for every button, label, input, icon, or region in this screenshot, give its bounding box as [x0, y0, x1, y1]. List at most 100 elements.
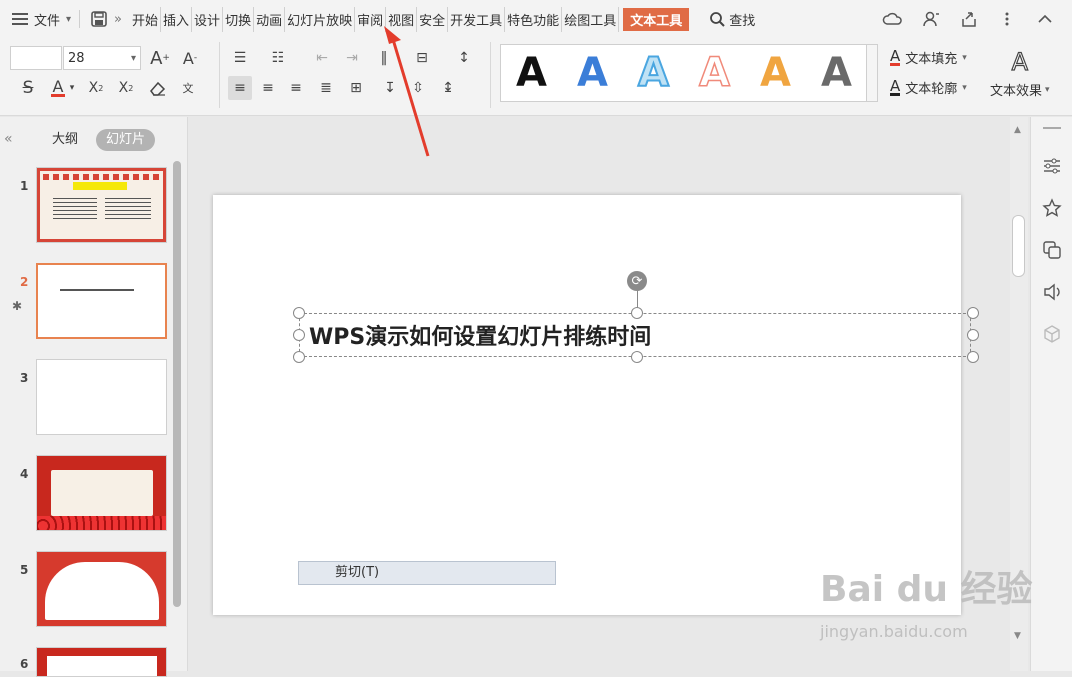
slide-thumbnail-2[interactable] — [36, 263, 167, 339]
tab-features[interactable]: 特色功能 — [505, 6, 563, 32]
tab-home[interactable]: 开始 — [130, 6, 162, 32]
column-spacing-button[interactable]: ⇳ — [406, 76, 430, 100]
baidu-watermark-url: jingyan.baidu.com — [820, 622, 968, 641]
font-size-select[interactable]: 28 ▾ — [63, 46, 141, 70]
slide-number-current: 2 — [20, 275, 29, 289]
increase-indent-button[interactable]: ⇥ — [340, 46, 364, 70]
slide-number: 1 — [20, 179, 29, 193]
decrease-font-button[interactable]: A- — [178, 46, 202, 70]
align-left-button[interactable]: ≡ — [228, 76, 252, 100]
slide-number: 4 — [20, 467, 29, 481]
resize-handle[interactable] — [631, 351, 643, 363]
resize-handle[interactable] — [293, 307, 305, 319]
text-outline-icon: A — [890, 77, 901, 96]
resize-handle[interactable] — [967, 329, 979, 341]
increase-font-button[interactable]: A + — [148, 46, 172, 70]
3d-button[interactable] — [1041, 323, 1063, 345]
text-fill-button[interactable]: A 文本填充 ▾ — [890, 48, 967, 67]
text-effect-button[interactable]: A 文本效果 ▾ — [990, 47, 1050, 99]
text-outline-button[interactable]: A 文本轮廓 ▾ — [890, 78, 967, 97]
text-style-orange[interactable]: A — [750, 50, 802, 96]
slide-thumbnail-4[interactable] — [36, 455, 167, 531]
bullet-list-button[interactable]: ☰ — [228, 46, 252, 70]
tab-insert[interactable]: 插入 — [161, 6, 193, 32]
transition-button[interactable] — [1041, 239, 1063, 261]
tab-slides[interactable]: 幻灯片 — [96, 129, 156, 151]
scroll-up-icon[interactable]: ▲ — [1014, 125, 1021, 135]
scroll-down-icon[interactable]: ▼ — [1014, 631, 1021, 641]
tab-design[interactable]: 设计 — [192, 6, 224, 32]
cut-label: 剪切(T) — [335, 565, 380, 580]
slide-thumbnail-6[interactable] — [36, 647, 167, 677]
panel-scrollbar[interactable] — [173, 161, 181, 607]
search-button[interactable]: 查找 — [709, 10, 755, 29]
phonetic-guide-button[interactable]: 文 — [176, 76, 200, 100]
style-gallery-scroll[interactable] — [866, 44, 878, 102]
resize-handle[interactable] — [967, 351, 979, 363]
slide-title-text[interactable]: WPS演示如何设置幻灯片排练时间 — [309, 319, 651, 351]
collapse-ribbon-button[interactable] — [1034, 8, 1056, 30]
text-style-outline-pink[interactable]: A — [689, 49, 741, 97]
slide-thumbnail-3[interactable] — [36, 359, 167, 435]
tab-outline[interactable]: 大纲 — [42, 129, 88, 151]
copy-icon — [1043, 241, 1061, 259]
line-height-button[interactable]: ↨ — [436, 76, 460, 100]
line-spacing-button[interactable]: ↕ — [452, 46, 476, 70]
tab-view[interactable]: 视图 — [386, 6, 418, 32]
tab-review[interactable]: 审阅 — [355, 6, 387, 32]
rotate-handle-icon[interactable]: ⟳ — [627, 271, 647, 291]
numbered-list-button[interactable]: ☷ — [266, 46, 290, 70]
file-menu-button[interactable]: 文件 ▾ — [12, 10, 71, 29]
tab-transition[interactable]: 切换 — [223, 6, 255, 32]
slide-thumbnail-5[interactable] — [36, 551, 167, 627]
more-tabs-icon[interactable]: » — [114, 12, 122, 27]
font-name-select[interactable] — [10, 46, 62, 70]
justify-button[interactable]: ≣ — [314, 76, 338, 100]
slide-edit-area[interactable]: ⟳ WPS演示如何设置幻灯片排练时间 剪切(T) — [213, 195, 979, 615]
distribute-button[interactable]: ⊞ — [344, 76, 368, 100]
resize-handle[interactable] — [293, 329, 305, 341]
text-style-black[interactable]: A — [506, 50, 558, 96]
resize-handle[interactable] — [293, 351, 305, 363]
text-style-blue[interactable]: A — [567, 50, 619, 96]
align-center-button[interactable]: ≡ — [256, 76, 280, 100]
cloud-sync-button[interactable] — [882, 8, 904, 30]
paragraph-spacing-button[interactable]: ↧ — [378, 76, 402, 100]
save-button[interactable] — [88, 8, 110, 30]
resize-handle[interactable] — [967, 307, 979, 319]
align-text-button[interactable]: ⊟ — [410, 46, 434, 70]
text-style-gray[interactable]: A — [811, 50, 863, 96]
text-style-outline-blue[interactable]: A — [628, 49, 680, 97]
collaborate-button[interactable] — [920, 8, 942, 30]
text-effect-label: 文本效果 — [990, 84, 1043, 99]
tab-animation[interactable]: 动画 — [254, 6, 286, 32]
more-options-button[interactable] — [996, 8, 1018, 30]
superscript-button[interactable]: X2 — [84, 76, 108, 100]
save-icon — [91, 11, 107, 27]
decrease-indent-button[interactable]: ⇤ — [310, 46, 334, 70]
text-fill-label: 文本填充 — [905, 52, 958, 67]
chevron-down-icon[interactable]: ▾ — [66, 76, 78, 100]
resize-handle[interactable] — [631, 307, 643, 319]
slide-number: 5 — [20, 563, 29, 577]
collapse-panel-icon[interactable]: « — [4, 131, 13, 147]
slide-thumbnail-1[interactable] — [36, 167, 167, 243]
align-right-button[interactable]: ≡ — [284, 76, 308, 100]
tab-slideshow[interactable]: 幻灯片放映 — [285, 6, 356, 32]
tab-drawing-tools[interactable]: 绘图工具 — [562, 6, 620, 32]
tab-security[interactable]: 安全 — [417, 6, 449, 32]
tab-text-tools[interactable]: 文本工具 — [623, 7, 690, 31]
clear-format-button[interactable] — [146, 76, 170, 100]
property-button[interactable] — [1041, 155, 1063, 177]
context-menu-cut[interactable]: 剪切(T) — [298, 561, 556, 585]
text-direction-button[interactable]: ‖ — [372, 46, 396, 70]
sliders-icon — [1044, 158, 1060, 174]
sound-button[interactable] — [1041, 281, 1063, 303]
animation-button[interactable] — [1041, 197, 1063, 219]
strikethrough-button[interactable]: S — [16, 76, 40, 100]
scrollbar-thumb[interactable] — [1012, 215, 1025, 277]
tab-developer[interactable]: 开发工具 — [448, 6, 506, 32]
subscript-button[interactable]: X2 — [114, 76, 138, 100]
share-button[interactable] — [958, 8, 980, 30]
ribbon-divider — [490, 42, 491, 108]
